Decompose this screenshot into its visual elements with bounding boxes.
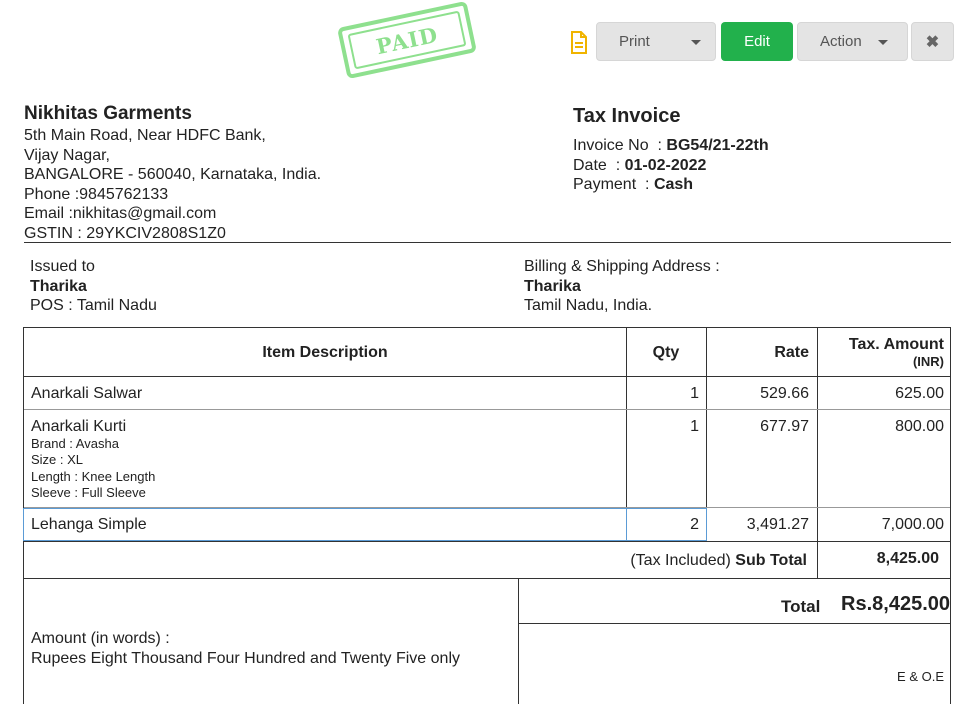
edit-button-label: Edit: [744, 33, 770, 50]
invoice-payment-row: Payment : Cash: [573, 175, 769, 195]
row-description: Lehanga Simple: [31, 516, 147, 533]
row-details: Brand : Avasha Size : XL Length : Knee L…: [31, 436, 155, 502]
billing-label: Billing & Shipping Address :: [524, 258, 720, 275]
action-button-label: Action: [820, 33, 862, 50]
row-rate: 529.66: [760, 385, 809, 402]
subtotal-label-group: (Tax Included) Sub Total: [24, 552, 807, 570]
detail-brand: Brand : Avasha: [31, 436, 119, 451]
row-qty: 1: [690, 418, 699, 435]
row-qty: 1: [690, 385, 699, 402]
header-amount-unit: (INR): [912, 354, 944, 369]
detail-sleeve: Sleeve : Full Sleeve: [31, 485, 146, 501]
items-table: Item Description Qty Rate Tax. Amount (I…: [23, 327, 951, 579]
issued-to-name: Tharika: [30, 277, 87, 295]
invoice-number-label: Invoice No :: [573, 137, 662, 154]
billing-location: Tamil Nadu, India.: [524, 297, 653, 314]
table-row: Anarkali Salwar 1 529.66 625.00: [24, 377, 950, 409]
print-button-label: Print: [619, 33, 650, 50]
company-email: Email :nikhitas@gmail.com: [24, 205, 217, 222]
header-divider: [24, 242, 951, 243]
header-qty: Qty: [652, 344, 680, 361]
invoice-date-row: Date : 01-02-2022: [573, 156, 769, 176]
invoice-number: BG54/21-22th: [666, 137, 769, 154]
invoice-title: Tax Invoice: [573, 105, 681, 127]
document-icon[interactable]: [570, 31, 588, 55]
company-gstin: GSTIN : 29YKCIV2808S1Z0: [24, 224, 226, 242]
billing-block: Billing & Shipping Address : Tharika Tam…: [524, 257, 720, 316]
detail-size: Size : XL: [31, 452, 84, 468]
company-info: Nikhitas Garments 5th Main Road, Near HD…: [24, 103, 321, 243]
chevron-down-icon[interactable]: [691, 40, 701, 45]
row-amount: 7,000.00: [881, 516, 944, 533]
action-button[interactable]: Action: [797, 22, 908, 61]
close-button[interactable]: ✖: [911, 22, 954, 61]
issued-to-block: Issued to Tharika POS : Tamil Nadu: [30, 257, 157, 316]
amount-words: Rupees Eight Thousand Four Hundred and T…: [31, 650, 460, 667]
invoice-payment-label: Payment :: [573, 176, 650, 193]
row-description: Anarkali Kurti: [31, 418, 127, 435]
row-qty: 2: [690, 516, 699, 533]
detail-length: Length : Knee Length: [31, 468, 156, 484]
subtotal-row: (Tax Included) Sub Total 8,425.00: [24, 542, 950, 578]
print-button[interactable]: Print: [596, 22, 716, 61]
invoice-date: 01-02-2022: [624, 156, 707, 174]
qty-input[interactable]: 2: [626, 508, 707, 541]
header-description: Item Description: [262, 344, 388, 361]
table-row: Anarkali Kurti Brand : Avasha Size : XL …: [24, 410, 950, 507]
subtotal-label: Sub Total: [735, 552, 807, 569]
row-rate: 677.97: [760, 418, 809, 435]
header-amount: Tax. Amount: [848, 336, 944, 353]
row-amount: 800.00: [895, 418, 944, 435]
totals-section: Amount (in words) : Rupees Eight Thousan…: [23, 578, 951, 704]
chevron-down-icon: [878, 40, 888, 45]
invoice-payment: Cash: [653, 176, 694, 193]
eoe-text: E & O.E: [897, 669, 944, 684]
subtotal-prefix: (Tax Included): [630, 552, 731, 569]
invoice-number-row: Invoice No : BG54/21-22th: [573, 136, 769, 156]
row-description: Anarkali Salwar: [31, 385, 143, 402]
amount-words-label: Amount (in words) :: [31, 630, 170, 647]
table-row: Lehanga Simple 2 3,491.27 7,000.00: [23, 508, 950, 541]
paid-stamp: PAID: [337, 0, 477, 80]
description-input[interactable]: Lehanga Simple: [23, 508, 627, 541]
total-value: Rs.8,425.00: [841, 593, 950, 615]
company-address-line-3: BANGALORE - 560040, Karnataka, India.: [24, 166, 322, 183]
close-icon: ✖: [925, 33, 940, 51]
edit-button[interactable]: Edit: [721, 22, 793, 61]
invoice-date-label: Date :: [573, 156, 621, 174]
row-rate: 3,491.27: [746, 516, 809, 533]
company-phone: Phone :9845762133: [24, 185, 169, 203]
billing-name: Tharika: [524, 277, 581, 295]
company-name: Nikhitas Garments: [24, 103, 192, 124]
issued-to-label: Issued to: [30, 258, 95, 275]
row-amount: 625.00: [895, 385, 944, 402]
invoice-info: Tax Invoice Invoice No : BG54/21-22th Da…: [573, 104, 769, 195]
company-address-line-1: 5th Main Road, Near HDFC Bank,: [24, 127, 266, 144]
paid-stamp-text: PAID: [373, 21, 441, 59]
subtotal-value: 8,425.00: [876, 550, 939, 567]
company-address-line-2: Vijay Nagar,: [24, 146, 110, 164]
issued-to-pos: POS : Tamil Nadu: [30, 297, 157, 314]
header-rate: Rate: [774, 344, 809, 361]
